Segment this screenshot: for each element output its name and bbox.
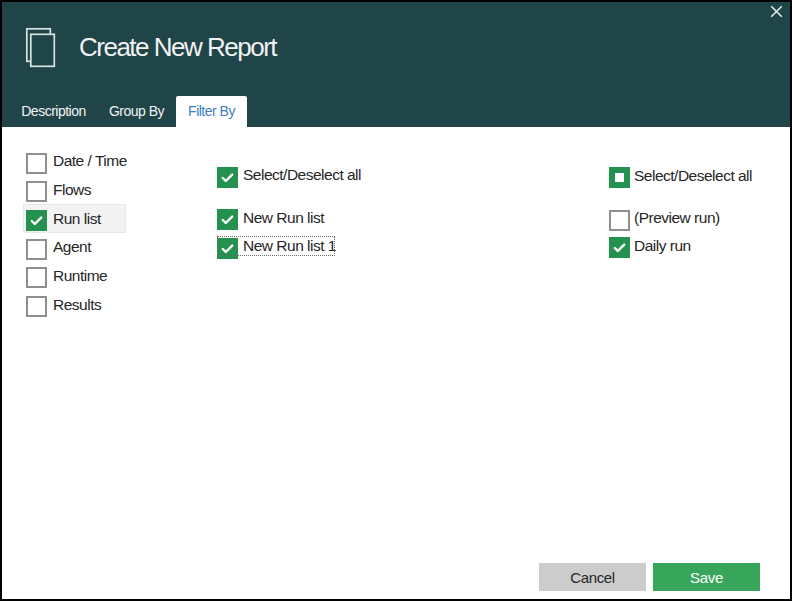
filter-date-time[interactable]: Date / Time	[26, 149, 127, 177]
dialog-title: Create New Report	[79, 33, 276, 61]
save-button[interactable]: Save	[653, 563, 760, 592]
runtype-preview-run[interactable]: (Preview run)	[609, 206, 720, 234]
runtype-select-all[interactable]: Select/Deselect all	[609, 164, 752, 192]
tab-filter-by[interactable]: Filter By	[176, 96, 247, 127]
report-icon	[25, 27, 56, 68]
cancel-button[interactable]: Cancel	[539, 563, 646, 592]
dialog-header: Create New Report Description Group By F…	[0, 0, 792, 127]
filter-results[interactable]: Results	[26, 293, 101, 321]
create-new-report-dialog: Create New Report Description Group By F…	[0, 0, 792, 601]
filter-flows[interactable]: Flows	[26, 178, 91, 206]
close-button[interactable]	[768, 3, 785, 20]
tab-strip: Description Group By Filter By	[10, 96, 247, 127]
filter-runtime[interactable]: Runtime	[26, 264, 107, 292]
runtype-daily-run[interactable]: Daily run	[609, 234, 691, 262]
filter-agent[interactable]: Agent	[26, 235, 91, 263]
runlist-select-all[interactable]: Select/Deselect all	[217, 163, 361, 191]
runlist-new-run-list[interactable]: New Run list	[217, 206, 324, 234]
focus-outline	[217, 236, 335, 257]
tab-group-by[interactable]: Group By	[97, 96, 176, 127]
tab-description[interactable]: Description	[10, 96, 97, 127]
filter-run-list[interactable]: Run list	[26, 207, 101, 235]
